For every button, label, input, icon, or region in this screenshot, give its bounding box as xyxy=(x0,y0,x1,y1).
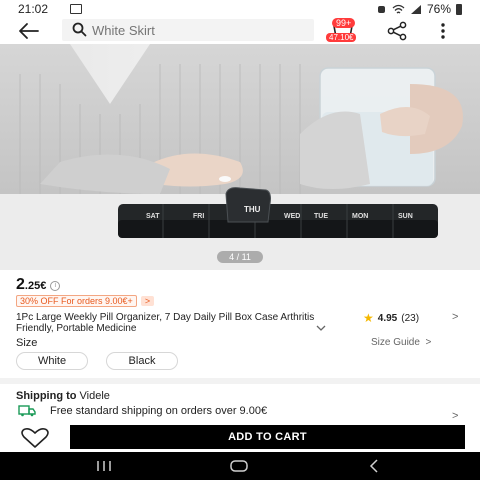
shipping-title[interactable]: Shipping to Videle xyxy=(16,390,110,402)
top-header: 99+ 47.10€ xyxy=(0,18,480,44)
status-time: 21:02 xyxy=(18,2,49,16)
shipping-destination: Videle xyxy=(79,390,110,402)
svg-text:THU: THU xyxy=(244,205,261,214)
battery-icon xyxy=(456,3,462,15)
rating-count: (23) xyxy=(401,312,420,324)
search-icon xyxy=(72,22,87,37)
wifi-icon xyxy=(392,4,405,13)
star-icon: ★ xyxy=(363,311,374,325)
svg-text:FRI: FRI xyxy=(193,213,204,220)
svg-text:TUE: TUE xyxy=(314,213,328,220)
info-icon[interactable]: i xyxy=(50,281,61,291)
signal-icon xyxy=(410,4,421,14)
svg-text:SUN: SUN xyxy=(398,213,413,220)
rating-chevron-icon[interactable]: > xyxy=(452,311,458,323)
image-counter: 4 / 11 xyxy=(217,251,263,263)
size-option-black[interactable]: Black xyxy=(106,352,178,370)
truck-icon xyxy=(18,405,36,417)
free-shipping-text: Free standard shipping on orders over 9.… xyxy=(50,405,268,417)
back-nav-button[interactable] xyxy=(364,458,384,474)
search-box[interactable] xyxy=(62,19,314,41)
back-arrow-icon xyxy=(19,23,39,39)
home-icon xyxy=(230,460,248,472)
expand-chevron-icon[interactable] xyxy=(316,324,326,332)
price-main: 2 xyxy=(16,276,25,293)
more-vertical-icon xyxy=(441,23,445,39)
size-label: Size xyxy=(16,337,38,349)
promo-badge[interactable]: 30% OFF For orders 9.00€+ xyxy=(16,295,137,307)
shipping-chevron-icon[interactable]: > xyxy=(452,410,458,422)
price-row: 2.25€ i xyxy=(16,276,61,293)
share-icon xyxy=(387,21,407,41)
size-guide-link[interactable]: Size Guide > xyxy=(371,337,431,348)
bottom-action-bar: ADD TO CART xyxy=(0,422,480,452)
section-divider xyxy=(0,378,480,384)
cart-count-badge: 99+ xyxy=(332,18,356,28)
share-button[interactable] xyxy=(384,20,410,42)
alarm-icon xyxy=(377,5,385,13)
rating[interactable]: ★ 4.95 (23) xyxy=(363,311,419,325)
rating-score: 4.95 xyxy=(377,312,398,324)
back-button[interactable] xyxy=(16,21,40,41)
svg-text:SAT: SAT xyxy=(146,213,160,220)
search-input[interactable] xyxy=(92,19,302,41)
status-bar: 21:02 76% xyxy=(0,0,480,18)
battery-percent: 76% xyxy=(426,2,451,16)
add-to-cart-button[interactable]: ADD TO CART xyxy=(70,425,465,449)
recent-apps-button[interactable] xyxy=(94,458,114,474)
promo-chevron-icon[interactable]: > xyxy=(140,296,155,306)
system-navigation-bar xyxy=(0,452,480,480)
heart-icon xyxy=(21,427,49,448)
recent-apps-icon xyxy=(97,461,111,471)
gallery-notification-icon xyxy=(70,4,82,14)
size-option-white[interactable]: White xyxy=(16,352,88,370)
promo-row[interactable]: 30% OFF For orders 9.00€+ > xyxy=(16,295,155,307)
svg-text:MON: MON xyxy=(352,213,368,220)
wishlist-button[interactable] xyxy=(20,427,50,449)
more-options-button[interactable] xyxy=(436,20,450,42)
cart-price-badge: 47.10€ xyxy=(326,33,357,42)
price-cents: .25€ xyxy=(24,280,47,292)
svg-text:WED: WED xyxy=(284,213,300,220)
product-image-carousel[interactable]: SAT FRI WED TUE MON SUN THU 4 / 11 xyxy=(0,44,480,270)
back-chevron-icon xyxy=(369,459,378,473)
home-button[interactable] xyxy=(229,458,249,474)
product-photo: SAT FRI WED TUE MON SUN THU xyxy=(0,44,480,270)
product-title[interactable]: 1Pc Large Weekly Pill Organizer, 7 Day D… xyxy=(16,312,336,334)
